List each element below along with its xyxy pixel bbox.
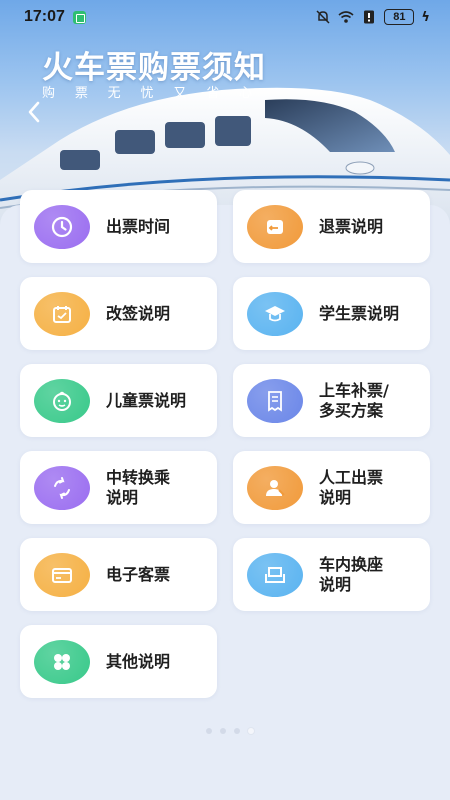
card-student-ticket[interactable]: 学生票说明: [233, 277, 430, 350]
child-face-icon-glyph: [53, 391, 71, 411]
card-e-ticket[interactable]: 电子客票: [20, 538, 217, 611]
subtitle-char: 又: [173, 86, 187, 101]
card-manual-ticketing[interactable]: 人工出票 说明: [233, 451, 430, 524]
card-label: 儿童票说明: [106, 390, 187, 410]
card-label: 车内换座 说明: [319, 554, 384, 594]
seat-icon-glyph: [265, 566, 285, 583]
hero-subtitle: 购 票 无 忧 又 省 心: [42, 82, 252, 101]
card-icon: [34, 552, 90, 597]
subtitle-char: 无: [107, 86, 121, 101]
status-bar: 17:07 81 ϟ: [0, 0, 450, 34]
sim-alert-icon: [364, 10, 375, 24]
card-onboard-supplement[interactable]: 上车补票/ 多买方案: [233, 364, 430, 437]
card-label: 上车补票/ 多买方案: [319, 380, 389, 420]
subtitle-char: 票: [74, 86, 88, 101]
card-label: 中转换乘 说明: [106, 467, 171, 507]
calendar-icon-glyph: [53, 305, 71, 323]
wifi-icon: [338, 11, 354, 23]
refund-ticket-icon: [247, 204, 303, 249]
card-label: 其他说明: [106, 651, 171, 671]
card-child-ticket[interactable]: 儿童票说明: [20, 364, 217, 437]
subtitle-char: 忧: [140, 86, 154, 101]
card-label: 改签说明: [106, 303, 171, 323]
page-title: 火车票购票须知: [42, 50, 266, 86]
card-other[interactable]: 其他说明: [20, 625, 217, 698]
card-label: 出票时间: [106, 216, 171, 236]
status-time: 17:07: [24, 8, 65, 25]
calendar-icon: [34, 291, 90, 336]
card-refund[interactable]: 退票说明: [233, 190, 430, 263]
clover-icon: [34, 639, 90, 684]
subtitle-char: 心: [238, 86, 252, 101]
card-ticket-time[interactable]: 出票时间: [20, 190, 217, 263]
card-label: 电子客票: [106, 564, 171, 584]
agent-icon-glyph: [266, 479, 285, 496]
page-dot-active[interactable]: [248, 728, 254, 734]
card-label: 学生票说明: [319, 303, 400, 323]
card-icon-glyph: [52, 567, 72, 583]
seat-icon: [247, 552, 303, 597]
charging-icon: ϟ: [421, 9, 430, 25]
app-notification-icon: [72, 10, 86, 24]
refund-ticket-icon-glyph: [267, 219, 283, 234]
clover-icon-glyph: [54, 653, 70, 670]
card-seat-change[interactable]: 车内换座 说明: [233, 538, 430, 611]
transfer-icon-glyph: [54, 476, 70, 499]
agent-icon: [247, 465, 303, 510]
battery-level: 81: [393, 11, 406, 23]
card-change-ticket[interactable]: 改签说明: [20, 277, 217, 350]
battery-indicator: 81: [384, 9, 415, 25]
card-label: 人工出票 说明: [319, 467, 384, 507]
card-transfer[interactable]: 中转换乘 说明: [20, 451, 217, 524]
back-button[interactable]: [22, 98, 46, 126]
clock-icon: [34, 204, 90, 249]
page-indicator: [0, 728, 450, 734]
clock-icon-glyph: [51, 216, 73, 237]
receipt-icon: [247, 378, 303, 423]
receipt-icon-glyph: [268, 390, 282, 412]
mute-icon: [316, 10, 330, 24]
page-dot[interactable]: [234, 728, 240, 734]
graduation-cap-icon: [247, 291, 303, 336]
card-label: 退票说明: [319, 216, 384, 236]
page-dot[interactable]: [206, 728, 212, 734]
subtitle-char: 省: [206, 86, 220, 101]
chevron-left-icon: [28, 101, 40, 123]
page-dot[interactable]: [220, 728, 226, 734]
child-face-icon: [34, 378, 90, 423]
graduation-cap-icon-glyph: [265, 305, 285, 321]
transfer-icon: [34, 465, 90, 510]
